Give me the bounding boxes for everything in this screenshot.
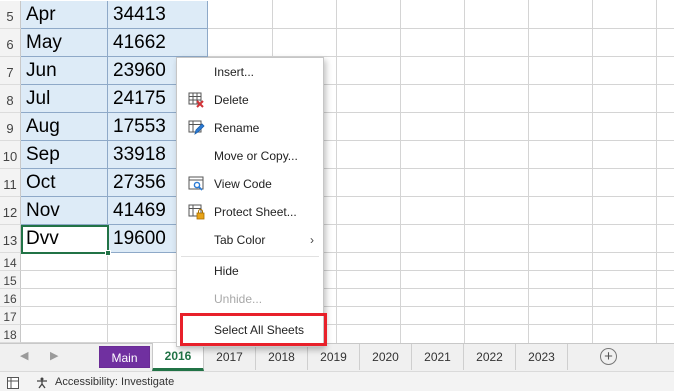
sheet-tab-context-menu: Insert... Delete Rename Move or Copy... … [176,57,324,347]
grid-row: 16 [0,289,674,307]
row-header[interactable]: 6 [0,29,21,57]
sheet-tab-2023[interactable]: 2023 [516,344,568,370]
cell-empty[interactable] [21,325,108,343]
cell-month[interactable]: Dvv [21,225,108,253]
grid-row: 18 [0,325,674,343]
menu-item-label: Insert... [214,65,255,79]
grid-row: 8 Jul 24175 [0,85,674,113]
sheet-tab-2017[interactable]: 2017 [204,344,256,370]
sheet-tab-2022[interactable]: 2022 [464,344,516,370]
sheet-tab-main[interactable]: Main [99,346,150,368]
row-header[interactable]: 14 [0,253,21,271]
menu-item-insert[interactable]: Insert... [177,60,323,84]
sheet-tab-bar: ◀ ▶ Main 2016 2017 2018 2019 2020 2021 2… [0,343,674,371]
scroll-tabs-right-icon[interactable]: ▶ [50,349,58,362]
accessibility-icon[interactable] [36,376,50,389]
grid-row: 13 Dvv 19600 [0,225,674,253]
add-sheet-button[interactable]: + [600,348,617,365]
menu-item-label: View Code [214,177,272,191]
menu-item-unhide: Unhide... [177,287,323,311]
cell-month[interactable]: Nov [21,197,108,225]
cell-value[interactable]: 34413 [108,1,208,29]
row-header[interactable]: 16 [0,289,21,307]
row-header[interactable]: 9 [0,113,21,141]
grid-row: 9 Aug 17553 [0,113,674,141]
menu-item-label: Select All Sheets [214,323,305,337]
grid-row: 10 Sep 33918 [0,141,674,169]
row-header[interactable]: 5 [0,1,21,29]
rename-sheet-icon [188,120,205,136]
cell-empty[interactable] [21,253,108,271]
grid-row: 7 Jun 23960 [0,57,674,85]
grid-row: 5 Apr 34413 [0,1,674,29]
accessibility-status[interactable]: Accessibility: Investigate [55,372,174,391]
row-header[interactable]: 7 [0,57,21,85]
delete-sheet-icon [188,92,205,108]
cell-month[interactable]: Oct [21,169,108,197]
menu-item-label: Unhide... [214,292,263,306]
sheet-tab-2019[interactable]: 2019 [308,344,360,370]
menu-item-tab-color[interactable]: Tab Color › [177,228,323,252]
cell-mode-icon [7,376,19,389]
cell-month[interactable]: Apr [21,1,108,29]
row-header[interactable]: 12 [0,197,21,225]
fill-handle[interactable] [105,250,111,256]
cell-month[interactable]: May [21,29,108,57]
row-header[interactable]: 18 [0,325,21,343]
sheet-tab-2021[interactable]: 2021 [412,344,464,370]
menu-separator [181,256,319,257]
row-header[interactable]: 10 [0,141,21,169]
menu-separator [181,313,319,314]
menu-item-label: Delete [214,93,249,107]
cell-empty[interactable] [21,271,108,289]
menu-item-label: Tab Color [214,233,266,247]
menu-item-label: Hide [214,264,239,278]
menu-item-label: Rename [214,121,260,135]
row-header[interactable]: 8 [0,85,21,113]
grid-row: 15 [0,271,674,289]
menu-item-delete[interactable]: Delete [177,88,323,112]
grid-row: 17 [0,307,674,325]
protect-sheet-icon [188,204,205,220]
menu-item-label: Protect Sheet... [214,205,297,219]
grid-row: 12 Nov 41469 [0,197,674,225]
menu-item-protect-sheet[interactable]: Protect Sheet... [177,200,323,224]
cell-month[interactable]: Jun [21,57,108,85]
row-header[interactable]: 13 [0,225,21,253]
cell-value[interactable]: 41662 [108,29,208,57]
cell-empty[interactable] [21,289,108,307]
menu-item-move-or-copy[interactable]: Move or Copy... [177,144,323,168]
grid-row: 6 May 41662 [0,29,674,57]
cell-month[interactable]: Sep [21,141,108,169]
worksheet-grid[interactable]: 5 Apr 34413 6 May 41662 7 Jun 23960 8 Ju… [0,0,674,343]
cell-empty[interactable] [21,307,108,325]
scroll-tabs-left-icon[interactable]: ◀ [20,349,28,362]
sheet-tab-2020[interactable]: 2020 [360,344,412,370]
menu-item-select-all-sheets[interactable]: Select All Sheets [177,318,323,342]
view-code-icon [188,176,205,192]
status-bar: Accessibility: Investigate [0,371,674,391]
cell-month[interactable]: Jul [21,85,108,113]
row-header[interactable]: 15 [0,271,21,289]
grid-row: 11 Oct 27356 [0,169,674,197]
menu-item-rename[interactable]: Rename [177,116,323,140]
row-header[interactable]: 17 [0,307,21,325]
cell-month[interactable]: Aug [21,113,108,141]
submenu-arrow-icon: › [310,233,314,247]
sheet-tab-2018[interactable]: 2018 [256,344,308,370]
row-header[interactable]: 11 [0,169,21,197]
grid-row: 14 [0,253,674,271]
menu-item-hide[interactable]: Hide [177,259,323,283]
menu-item-view-code[interactable]: View Code [177,172,323,196]
menu-item-label: Move or Copy... [214,149,298,163]
sheet-tab-2016[interactable]: 2016 [152,343,204,371]
